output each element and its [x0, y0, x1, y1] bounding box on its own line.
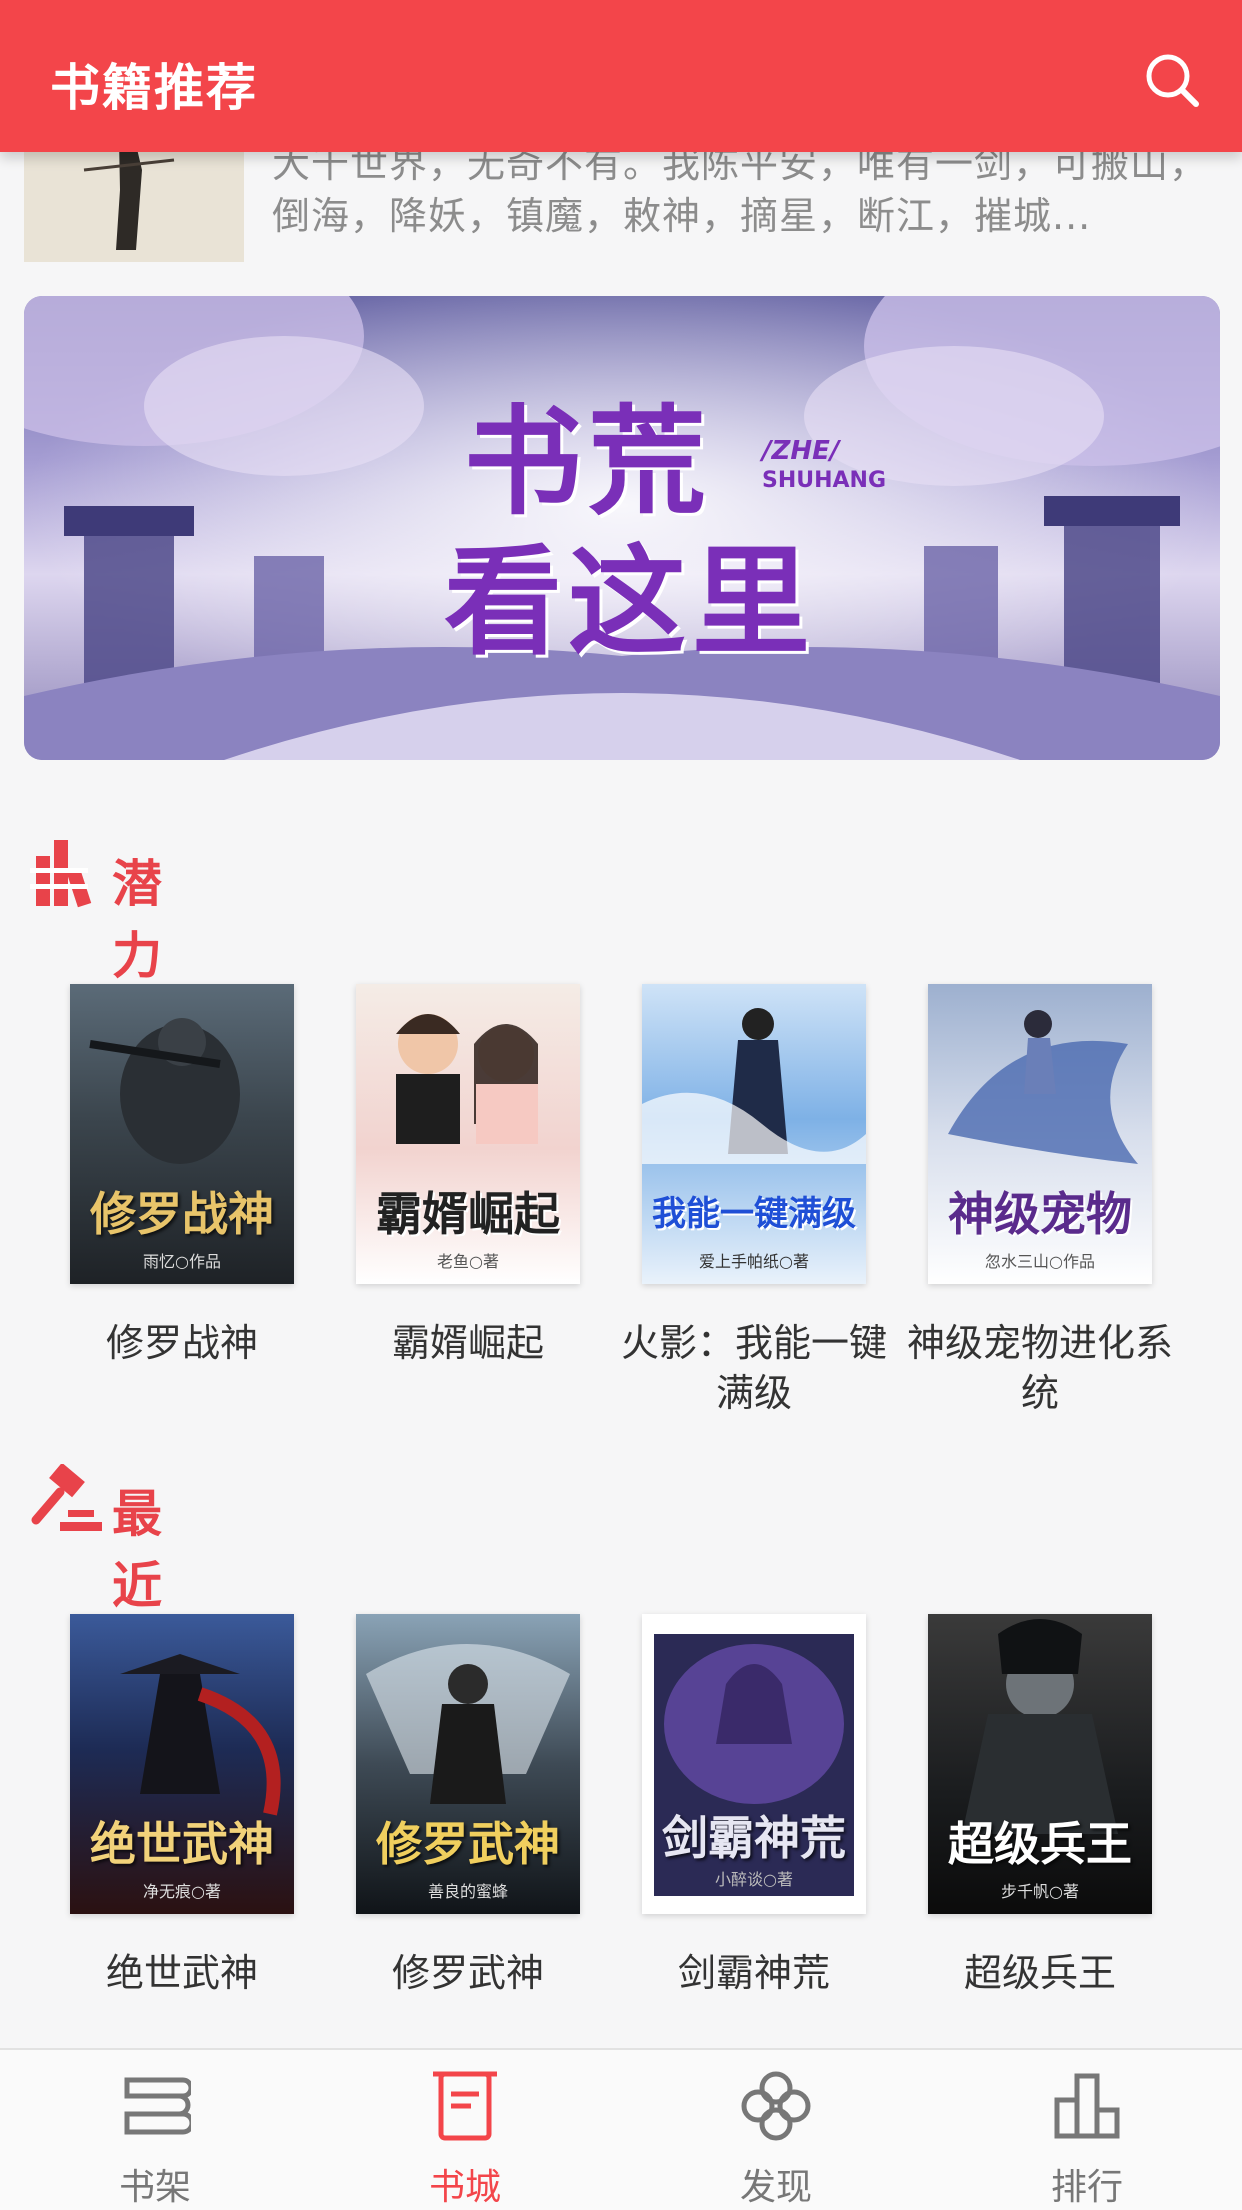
book-cover: 修罗战神 雨忆○作品 [70, 984, 294, 1284]
cover-author: 小醉谈○著 [715, 1870, 793, 1889]
book-title: 修罗武神 [391, 1951, 544, 1995]
cover-title: 神级宠物 [948, 1187, 1132, 1241]
book-cover: 超级兵王 步千帆○著 [928, 1614, 1152, 1914]
book-title: 霸婿崛起 [391, 1321, 544, 1365]
book-title: 超级兵王 [963, 1951, 1116, 1995]
cover-author: 善良的蜜蜂 [427, 1882, 508, 1901]
book-cover: 霸婿崛起 老鱼○著 [356, 984, 580, 1284]
cover-author: 老鱼○著 [437, 1252, 499, 1271]
cover-author: 净无痕○著 [143, 1882, 221, 1901]
page-title: 书籍推荐 [50, 59, 258, 117]
tab-label: 排行 [1050, 2167, 1123, 2208]
book-title: 神级宠物进化系统 [906, 1321, 1173, 1415]
cover-author: 爱上手帕纸○著 [699, 1252, 809, 1271]
book-title: 修罗战神 [105, 1321, 258, 1365]
book-item[interactable]: 修罗武神 善良的蜜蜂 修罗武神 [325, 1614, 611, 1998]
cover-title: 剑霸神荒 [662, 1811, 846, 1865]
tab-label: 书城 [428, 2167, 501, 2208]
book-title: 剑霸神荒 [677, 1951, 830, 1995]
book-item[interactable]: 剑霸神荒 小醉谈○著 剑霸神荒 [611, 1614, 897, 1998]
banner-headline-bottom: 看这里 [444, 532, 817, 671]
cover-author: 忽水三山○作品 [985, 1252, 1095, 1271]
tab-bookstore[interactable]: 书城 [310, 2050, 620, 2210]
book-title: 绝世武神 [105, 1951, 258, 1995]
tab-bookshelf[interactable]: 书架 [0, 2050, 310, 2210]
cover-title: 霸婿崛起 [376, 1187, 560, 1241]
cover-author: 雨忆○作品 [143, 1252, 221, 1271]
tab-label: 书架 [118, 2167, 191, 2208]
tab-label: 发现 [739, 2167, 812, 2208]
book-cover: 我能一键满级 爱上手帕纸○著 [642, 984, 866, 1284]
ranking-icon [1054, 2073, 1120, 2139]
cover-title: 我能一键满级 [652, 1194, 856, 1234]
book-title: 火影：我能一键满级 [620, 1321, 887, 1415]
book-cover: 修罗武神 善良的蜜蜂 [356, 1614, 580, 1914]
banner-tag-line2: SHUHANG [762, 468, 887, 493]
bookshelf-icon [124, 2077, 191, 2135]
tab-discover[interactable]: 发现 [621, 2050, 931, 2210]
book-cover: 剑霸神荒 小醉谈○著 [642, 1614, 866, 1914]
bar-chart-icon [30, 834, 106, 910]
bottom-tab-bar: 书架 书城 发现 排行 [0, 2048, 1242, 2210]
gavel-icon [30, 1462, 106, 1540]
search-icon[interactable] [1144, 52, 1200, 108]
discover-icon [741, 2071, 811, 2141]
book-item[interactable]: 超级兵王 步千帆○著 超级兵王 [897, 1614, 1183, 1998]
cover-title: 修罗战神 [90, 1187, 274, 1241]
book-description: 大千世界，无奇不有。我陈平安，唯有一剑，可搬山，倒海，降妖，镇魔，敕神，摘星，断… [272, 142, 1209, 238]
book-cover: 绝世武神 净无痕○著 [70, 1614, 294, 1914]
book-item[interactable]: 修罗战神 雨忆○作品 修罗战神 [39, 984, 325, 1368]
book-item[interactable]: 我能一键满级 爱上手帕纸○著 火影：我能一键满级 [611, 984, 897, 1418]
book-item[interactable]: 绝世武神 净无痕○著 绝世武神 [39, 1614, 325, 1998]
cover-title: 修罗武神 [376, 1817, 560, 1871]
app-header: 书籍推荐 [0, 0, 1242, 152]
banner-tag-line1: /ZHE/ [762, 436, 840, 466]
cover-title: 绝世武神 [90, 1817, 274, 1871]
book-item[interactable]: 霸婿崛起 老鱼○著 霸婿崛起 [325, 984, 611, 1368]
cover-title: 超级兵王 [948, 1817, 1132, 1871]
book-cover: 神级宠物 忽水三山○作品 [928, 984, 1152, 1284]
cover-author: 步千帆○著 [1001, 1882, 1079, 1901]
promo-banner[interactable]: 书荒 看这里 /ZHE/ SHUHANG [24, 296, 1220, 760]
tab-ranking[interactable]: 排行 [932, 2050, 1242, 2210]
book-item[interactable]: 神级宠物 忽水三山○作品 神级宠物进化系统 [897, 984, 1183, 1418]
book-store-icon [433, 2071, 497, 2141]
